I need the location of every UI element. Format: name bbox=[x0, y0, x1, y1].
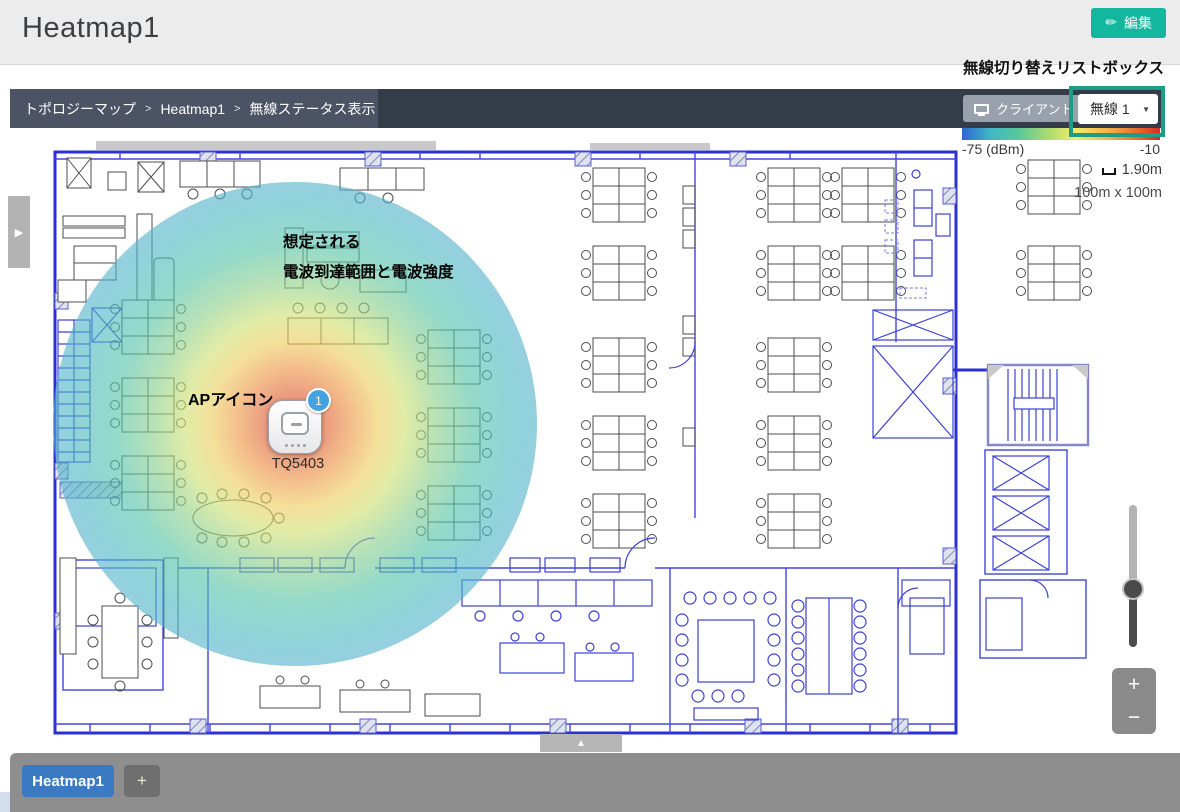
ap-icon-ports bbox=[269, 444, 321, 447]
breadcrumb-item-wireless-status[interactable]: 無線ステータス表示 bbox=[249, 99, 375, 119]
pencil-icon: ✏ bbox=[1105, 15, 1117, 29]
floorplan-svg bbox=[30, 128, 1154, 746]
client-button-label: クライアント bbox=[996, 99, 1073, 118]
bottom-panel-handle[interactable]: ▲ bbox=[540, 734, 622, 752]
ap-icon-led bbox=[291, 423, 302, 426]
breadcrumb-item-heatmap[interactable]: Heatmap1 bbox=[160, 101, 225, 117]
legend-min-label: -75 (dBm) bbox=[962, 141, 1024, 157]
zoom-slider-track-filled[interactable] bbox=[1129, 592, 1137, 647]
monitor-icon bbox=[974, 104, 989, 114]
zoom-slider-thumb[interactable] bbox=[1122, 578, 1144, 600]
zoom-out-button[interactable]: − bbox=[1112, 701, 1156, 734]
map-tabs-bar: Heatmap1 + bbox=[10, 753, 1180, 812]
breadcrumb: トポロジーマップ > Heatmap1 > 無線ステータス表示 ▼ bbox=[10, 89, 378, 128]
breadcrumb-separator: > bbox=[145, 103, 151, 115]
ap-icon-face bbox=[281, 412, 309, 435]
up-arrow-icon: ▲ bbox=[576, 738, 586, 749]
ap-name-label: TQ5403 bbox=[248, 456, 348, 472]
scale-ruler: 1.90m bbox=[1102, 162, 1162, 178]
ap-count-badge: 1 bbox=[306, 388, 331, 413]
wireless-select[interactable]: 無線 1 ▼ bbox=[1078, 94, 1158, 124]
ruler-icon bbox=[1102, 168, 1116, 175]
coverage-annotation: 想定される 電波到達範囲と電波強度 bbox=[283, 228, 454, 288]
edit-button-label: 編集 bbox=[1124, 13, 1152, 33]
storage-area bbox=[58, 158, 260, 319]
ap-icon-annotation: APアイコン bbox=[188, 386, 273, 410]
right-arrow-icon: ▶ bbox=[15, 226, 23, 239]
edit-button[interactable]: ✏ 編集 bbox=[1091, 8, 1166, 38]
signal-gradient-bar bbox=[962, 128, 1160, 140]
breadcrumb-item-topology[interactable]: トポロジーマップ bbox=[24, 99, 136, 119]
coverage-annotation-line2: 電波到達範囲と電波強度 bbox=[283, 258, 454, 288]
zoom-panel: + − bbox=[1112, 668, 1156, 734]
client-button[interactable]: クライアント bbox=[963, 95, 1084, 122]
wireless-listbox-annotation-label: 無線切り替えリストボックス bbox=[963, 56, 1164, 78]
corner-decoration bbox=[0, 792, 10, 812]
tab-heatmap1[interactable]: Heatmap1 bbox=[22, 765, 114, 797]
zoom-in-button[interactable]: + bbox=[1112, 668, 1156, 701]
add-tab-button[interactable]: + bbox=[124, 765, 160, 797]
coverage-annotation-line1: 想定される bbox=[283, 228, 454, 258]
chevron-down-icon: ▼ bbox=[1142, 105, 1150, 114]
wireless-select-value: 無線 1 bbox=[1090, 99, 1130, 119]
legend-max-label: -10 bbox=[1140, 141, 1160, 157]
sidebar-expand-handle[interactable]: ▶ bbox=[8, 196, 30, 268]
page-title: Heatmap1 bbox=[22, 12, 160, 45]
breadcrumb-separator: > bbox=[234, 103, 240, 115]
map-size-label: 100m x 100m bbox=[1074, 185, 1162, 201]
scale-ruler-label: 1.90m bbox=[1122, 162, 1162, 178]
map-toolbar: トポロジーマップ > Heatmap1 > 無線ステータス表示 ▼ クライアント… bbox=[10, 89, 1163, 128]
